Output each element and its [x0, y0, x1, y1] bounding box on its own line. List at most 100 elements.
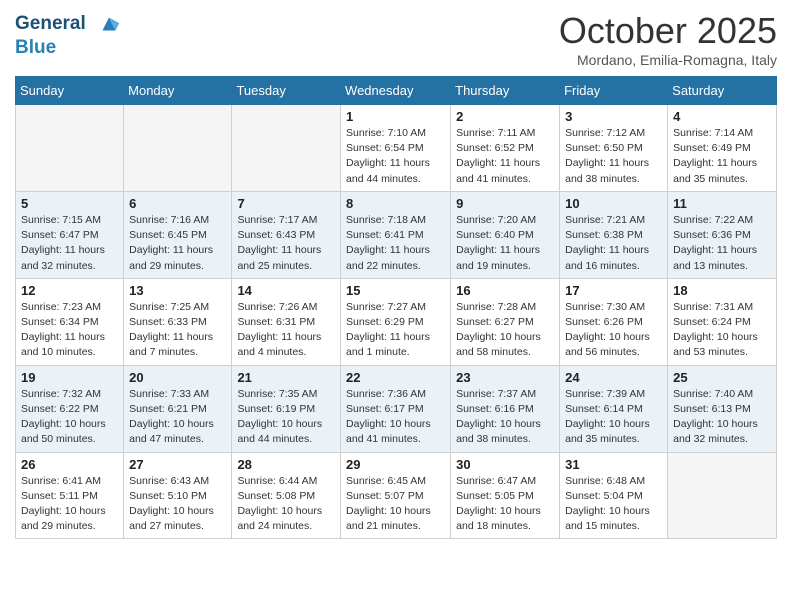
day-info: Sunrise: 7:39 AM Sunset: 6:14 PM Dayligh…: [565, 387, 662, 448]
day-info: Sunrise: 7:26 AM Sunset: 6:31 PM Dayligh…: [237, 300, 335, 361]
day-info: Sunrise: 7:11 AM Sunset: 6:52 PM Dayligh…: [456, 126, 554, 187]
day-header-friday: Friday: [560, 77, 668, 105]
calendar-cell: 17 Sunrise: 7:30 AM Sunset: 6:26 PM Dayli…: [560, 278, 668, 365]
day-header-thursday: Thursday: [451, 77, 560, 105]
day-info: Sunrise: 6:47 AM Sunset: 5:05 PM Dayligh…: [456, 474, 554, 535]
calendar-cell: 15Sunrise: 7:27 AM Sunset: 6:29 PM Dayli…: [341, 278, 451, 365]
calendar-cell: 8 Sunrise: 7:18 AM Sunset: 6:41 PM Daylig…: [341, 191, 451, 278]
day-info: Sunrise: 7:32 AM Sunset: 6:22 PM Dayligh…: [21, 387, 118, 448]
day-info: Sunrise: 7:18 AM Sunset: 6:41 PM Dayligh…: [346, 213, 445, 274]
day-number: 3: [565, 109, 662, 124]
calendar-cell: [16, 105, 124, 192]
day-info: Sunrise: 7:36 AM Sunset: 6:17 PM Dayligh…: [346, 387, 445, 448]
day-number: 18: [673, 283, 771, 298]
calendar-cell: 29 Sunrise: 6:45 AM Sunset: 5:07 PM Dayli…: [341, 452, 451, 539]
day-header-saturday: Saturday: [668, 77, 777, 105]
day-number: 7: [237, 196, 335, 211]
day-number: 28: [237, 457, 335, 472]
day-info: Sunrise: 6:43 AM Sunset: 5:10 PM Dayligh…: [129, 474, 226, 535]
calendar-cell: 31Sunrise: 6:48 AM Sunset: 5:04 PM Dayli…: [560, 452, 668, 539]
day-info: Sunrise: 6:44 AM Sunset: 5:08 PM Dayligh…: [237, 474, 335, 535]
day-header-tuesday: Tuesday: [232, 77, 341, 105]
day-info: Sunrise: 7:27 AM Sunset: 6:29 PM Dayligh…: [346, 300, 445, 361]
day-number: 29: [346, 457, 445, 472]
logo: General Blue: [15, 10, 123, 59]
day-number: 26: [21, 457, 118, 472]
day-info: Sunrise: 6:45 AM Sunset: 5:07 PM Dayligh…: [346, 474, 445, 535]
day-number: 14: [237, 283, 335, 298]
calendar-cell: 28 Sunrise: 6:44 AM Sunset: 5:08 PM Dayli…: [232, 452, 341, 539]
day-info: Sunrise: 6:41 AM Sunset: 5:11 PM Dayligh…: [21, 474, 118, 535]
day-number: 1: [346, 109, 445, 124]
day-info: Sunrise: 7:23 AM Sunset: 6:34 PM Dayligh…: [21, 300, 118, 361]
day-number: 21: [237, 370, 335, 385]
day-info: Sunrise: 7:22 AM Sunset: 6:36 PM Dayligh…: [673, 213, 771, 274]
day-header-wednesday: Wednesday: [341, 77, 451, 105]
calendar-week-1: 1 Sunrise: 7:10 AM Sunset: 6:54 PM Daylig…: [16, 105, 777, 192]
day-number: 30: [456, 457, 554, 472]
day-number: 10: [565, 196, 662, 211]
logo-blue: Blue: [15, 38, 123, 59]
calendar-cell: 13 Sunrise: 7:25 AM Sunset: 6:33 PM Dayli…: [124, 278, 232, 365]
day-info: Sunrise: 7:25 AM Sunset: 6:33 PM Dayligh…: [129, 300, 226, 361]
calendar-cell: 16Sunrise: 7:28 AM Sunset: 6:27 PM Dayli…: [451, 278, 560, 365]
day-number: 20: [129, 370, 226, 385]
calendar-cell: [668, 452, 777, 539]
day-info: Sunrise: 7:30 AM Sunset: 6:26 PM Dayligh…: [565, 300, 662, 361]
calendar-cell: 6Sunrise: 7:16 AM Sunset: 6:45 PM Daylig…: [124, 191, 232, 278]
day-number: 24: [565, 370, 662, 385]
calendar-cell: 11 Sunrise: 7:22 AM Sunset: 6:36 PM Dayli…: [668, 191, 777, 278]
day-header-monday: Monday: [124, 77, 232, 105]
calendar-cell: 7 Sunrise: 7:17 AM Sunset: 6:43 PM Daylig…: [232, 191, 341, 278]
day-number: 17: [565, 283, 662, 298]
calendar-header: General Blue October 2025 Mordano, Emili…: [15, 10, 777, 68]
day-number: 4: [673, 109, 771, 124]
day-info: Sunrise: 7:15 AM Sunset: 6:47 PM Dayligh…: [21, 213, 118, 274]
title-area: October 2025 Mordano, Emilia-Romagna, It…: [559, 10, 777, 68]
calendar-cell: 2 Sunrise: 7:11 AM Sunset: 6:52 PM Daylig…: [451, 105, 560, 192]
calendar-cell: 23Sunrise: 7:37 AM Sunset: 6:16 PM Dayli…: [451, 365, 560, 452]
calendar-cell: 5 Sunrise: 7:15 AM Sunset: 6:47 PM Daylig…: [16, 191, 124, 278]
calendar-cell: 10Sunrise: 7:21 AM Sunset: 6:38 PM Dayli…: [560, 191, 668, 278]
calendar-cell: 1 Sunrise: 7:10 AM Sunset: 6:54 PM Daylig…: [341, 105, 451, 192]
calendar-cell: 24 Sunrise: 7:39 AM Sunset: 6:14 PM Dayli…: [560, 365, 668, 452]
day-info: Sunrise: 7:40 AM Sunset: 6:13 PM Dayligh…: [673, 387, 771, 448]
calendar-table: SundayMondayTuesdayWednesdayThursdayFrid…: [15, 76, 777, 539]
day-info: Sunrise: 7:35 AM Sunset: 6:19 PM Dayligh…: [237, 387, 335, 448]
calendar-cell: 4 Sunrise: 7:14 AM Sunset: 6:49 PM Daylig…: [668, 105, 777, 192]
day-number: 25: [673, 370, 771, 385]
calendar-week-2: 5 Sunrise: 7:15 AM Sunset: 6:47 PM Daylig…: [16, 191, 777, 278]
day-info: Sunrise: 7:12 AM Sunset: 6:50 PM Dayligh…: [565, 126, 662, 187]
day-number: 12: [21, 283, 118, 298]
day-number: 13: [129, 283, 226, 298]
day-number: 2: [456, 109, 554, 124]
day-info: Sunrise: 7:28 AM Sunset: 6:27 PM Dayligh…: [456, 300, 554, 361]
calendar-cell: 20 Sunrise: 7:33 AM Sunset: 6:21 PM Dayli…: [124, 365, 232, 452]
day-number: 5: [21, 196, 118, 211]
calendar-cell: 9 Sunrise: 7:20 AM Sunset: 6:40 PM Daylig…: [451, 191, 560, 278]
day-info: Sunrise: 7:10 AM Sunset: 6:54 PM Dayligh…: [346, 126, 445, 187]
calendar-week-3: 12 Sunrise: 7:23 AM Sunset: 6:34 PM Dayli…: [16, 278, 777, 365]
calendar-body: 1 Sunrise: 7:10 AM Sunset: 6:54 PM Daylig…: [16, 105, 777, 539]
day-info: Sunrise: 7:17 AM Sunset: 6:43 PM Dayligh…: [237, 213, 335, 274]
calendar-cell: [124, 105, 232, 192]
day-number: 8: [346, 196, 445, 211]
calendar-cell: 18 Sunrise: 7:31 AM Sunset: 6:24 PM Dayli…: [668, 278, 777, 365]
day-info: Sunrise: 7:37 AM Sunset: 6:16 PM Dayligh…: [456, 387, 554, 448]
day-number: 27: [129, 457, 226, 472]
day-info: Sunrise: 6:48 AM Sunset: 5:04 PM Dayligh…: [565, 474, 662, 535]
day-info: Sunrise: 7:14 AM Sunset: 6:49 PM Dayligh…: [673, 126, 771, 187]
day-number: 22: [346, 370, 445, 385]
day-info: Sunrise: 7:33 AM Sunset: 6:21 PM Dayligh…: [129, 387, 226, 448]
day-number: 9: [456, 196, 554, 211]
calendar-container: General Blue October 2025 Mordano, Emili…: [0, 0, 792, 554]
calendar-week-5: 26 Sunrise: 6:41 AM Sunset: 5:11 PM Dayli…: [16, 452, 777, 539]
calendar-cell: 3 Sunrise: 7:12 AM Sunset: 6:50 PM Daylig…: [560, 105, 668, 192]
calendar-cell: 14 Sunrise: 7:26 AM Sunset: 6:31 PM Dayli…: [232, 278, 341, 365]
day-info: Sunrise: 7:20 AM Sunset: 6:40 PM Dayligh…: [456, 213, 554, 274]
day-number: 6: [129, 196, 226, 211]
calendar-cell: 26 Sunrise: 6:41 AM Sunset: 5:11 PM Dayli…: [16, 452, 124, 539]
month-title: October 2025: [559, 10, 777, 52]
day-number: 11: [673, 196, 771, 211]
day-info: Sunrise: 7:31 AM Sunset: 6:24 PM Dayligh…: [673, 300, 771, 361]
